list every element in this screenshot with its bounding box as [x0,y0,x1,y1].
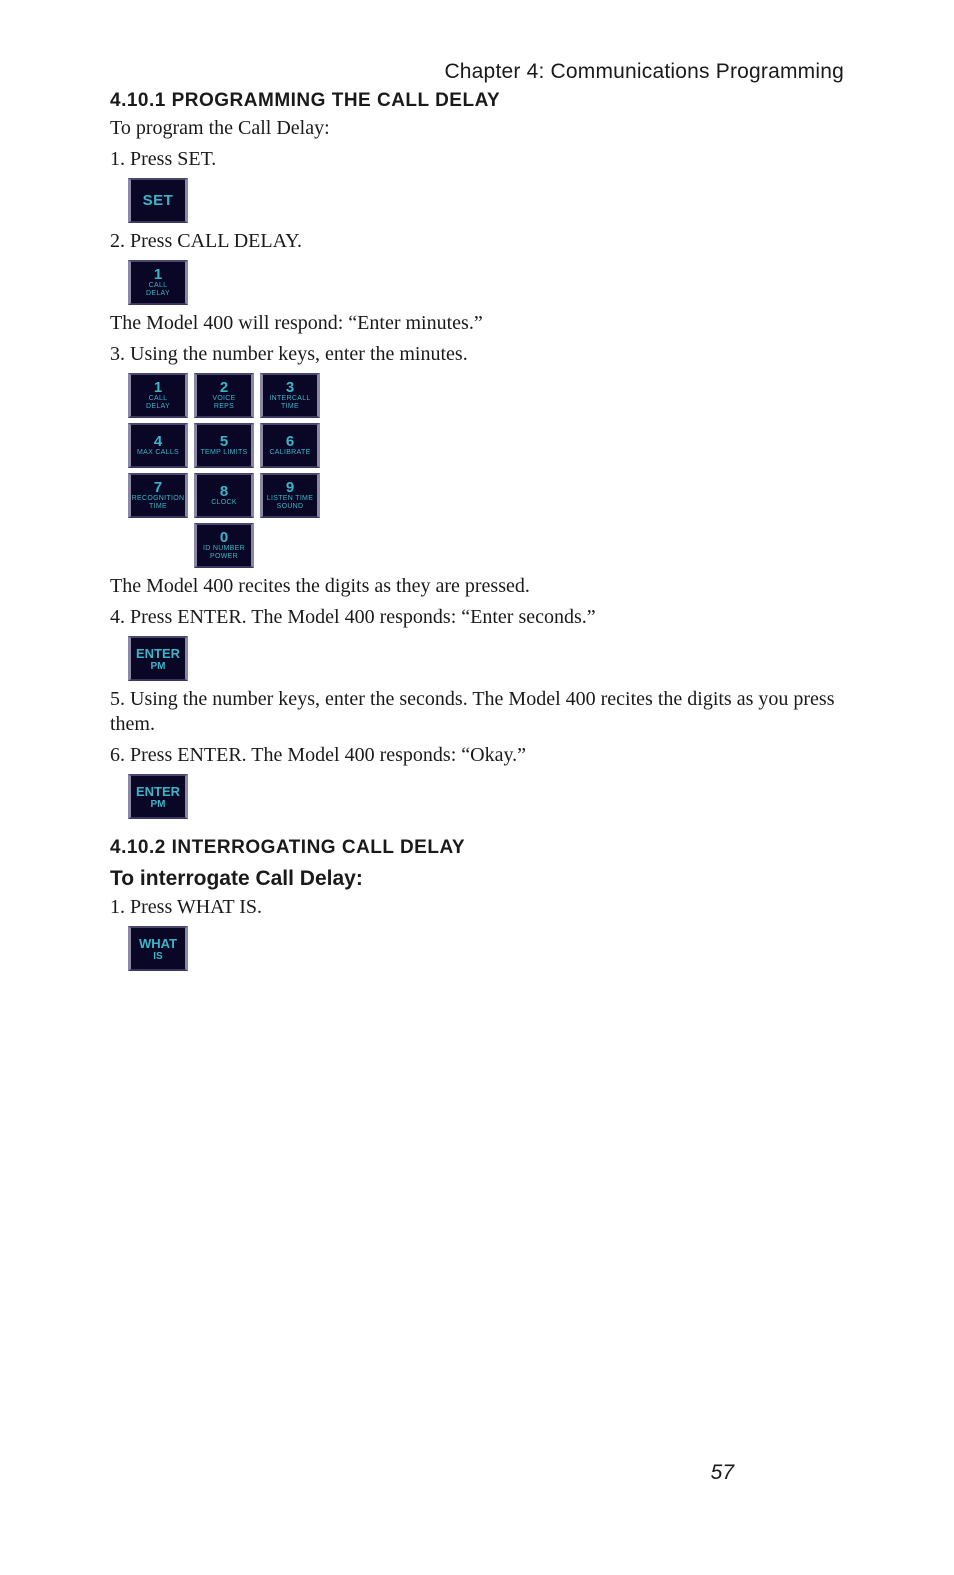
keypad-key-0: 0 ID NUMBER POWER [194,523,254,568]
whatis-line1: WHAT [139,936,177,951]
key-num: 5 [220,434,228,449]
step-4-text: 4. Press ENTER. The Model 400 responds: … [110,605,844,630]
key-line1: RECOGNITION [132,495,185,503]
whatis-line2: IS [153,951,162,962]
intro-text: To program the Call Delay: [110,116,844,141]
enter-sub: PM [151,799,166,810]
call-delay-key: 1 CALL DELAY [128,260,188,305]
key-line1: CALL [149,282,168,290]
key-line1: TEMP LIMITS [200,449,247,457]
key-line1: ID NUMBER [203,545,245,553]
step-5-text: 5. Using the number keys, enter the seco… [110,687,844,737]
set-key-label: SET [143,192,174,209]
key-line2: REPS [214,403,234,411]
key-num: 8 [220,484,228,499]
keypad-key-1: 1 CALL DELAY [128,373,188,418]
key-num: 1 [154,380,162,395]
keypad-key-7: 7 RECOGNITION TIME [128,473,188,518]
key-num: 1 [154,267,162,282]
page-number: 57 [711,1461,734,1485]
key-num: 3 [286,380,294,395]
key-line1: CALIBRATE [269,449,310,457]
key-num: 2 [220,380,228,395]
keypad-key-9: 9 LISTEN TIME SOUND [260,473,320,518]
key-line2: POWER [210,553,238,561]
key-line2: TIME [149,503,167,511]
enter-key-2: ENTER PM [128,774,188,819]
response-2: The Model 400 recites the digits as they… [110,574,844,599]
keypad-key-4: 4 MAX CALLS [128,423,188,468]
keypad-key-2: 2 VOICE REPS [194,373,254,418]
keypad-key-5: 5 TEMP LIMITS [194,423,254,468]
key-line1: CLOCK [211,499,237,507]
key-line1: CALL [149,395,168,403]
key-line1: VOICE [212,395,235,403]
chapter-header: Chapter 4: Communications Programming [110,60,844,84]
set-key: SET [128,178,188,223]
what-is-key: WHAT IS [128,926,188,971]
key-line1: INTERCALL [269,395,310,403]
key-line2: DELAY [146,403,170,411]
step-6-text: 6. Press ENTER. The Model 400 responds: … [110,743,844,768]
key-num: 6 [286,434,294,449]
enter-label: ENTER [136,784,180,799]
subheading-interrogate: To interrogate Call Delay: [110,867,844,891]
step-1-text: 1. Press SET. [110,147,844,172]
enter-label: ENTER [136,646,180,661]
key-num: 4 [154,434,162,449]
enter-key: ENTER PM [128,636,188,681]
section-heading-4-10-1: 4.10.1 PROGRAMMING THE CALL DELAY [110,90,844,112]
key-num: 9 [286,480,294,495]
key-line2: SOUND [277,503,304,511]
step-1-text-4-10-2: 1. Press WHAT IS. [110,895,844,920]
section-heading-4-10-2: 4.10.2 INTERROGATING CALL DELAY [110,837,844,859]
step-3-text: 3. Using the number keys, enter the minu… [110,342,844,367]
key-num: 7 [154,480,162,495]
key-line1: MAX CALLS [137,449,179,457]
key-line1: LISTEN TIME [267,495,313,503]
numeric-keypad: 1 CALL DELAY 2 VOICE REPS 3 INTERCALL TI… [128,373,844,568]
keypad-key-3: 3 INTERCALL TIME [260,373,320,418]
step-2-text: 2. Press CALL DELAY. [110,229,844,254]
key-line2: TIME [281,403,299,411]
key-line2: DELAY [146,290,170,298]
keypad-key-6: 6 CALIBRATE [260,423,320,468]
enter-sub: PM [151,661,166,672]
key-num: 0 [220,530,228,545]
response-1: The Model 400 will respond: “Enter minut… [110,311,844,336]
keypad-key-8: 8 CLOCK [194,473,254,518]
